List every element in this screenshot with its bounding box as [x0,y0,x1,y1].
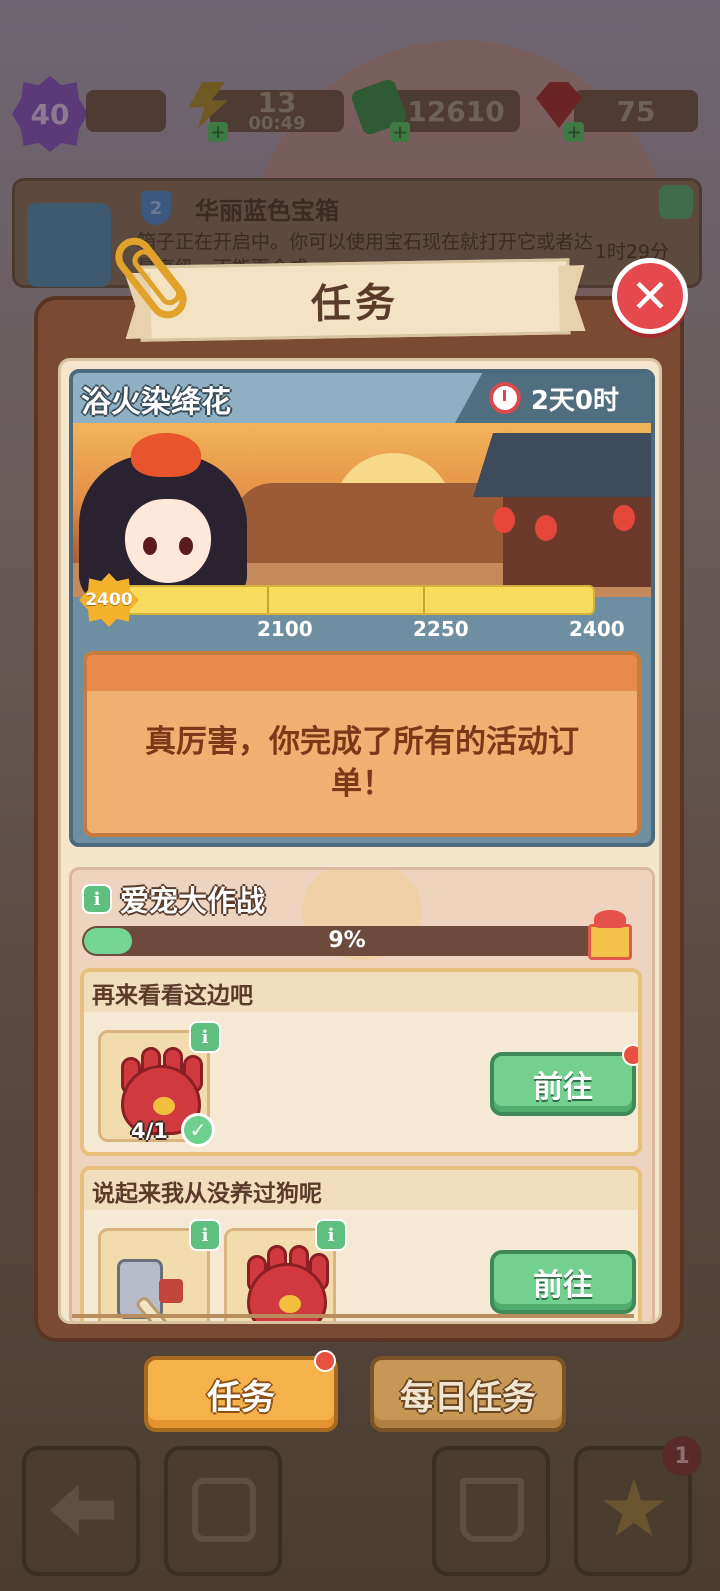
progress-divider [267,587,269,613]
add-energy-button[interactable]: + [208,122,228,143]
glove-spot [153,1097,175,1115]
go-button[interactable]: 前往 [490,1052,636,1116]
event-progress: 2400 2100 2250 2400 [73,573,651,651]
completion-message-box: 真厉害，你完成了所有的活动订单！ [83,651,641,837]
lantern-icon [493,507,515,533]
event-card: 浴火染绛花 2天0时 2400 2100 2250 2400 真厉害，你完成了所… [69,369,655,847]
item-count: 4/1 [131,1119,168,1143]
milestone-label: 2100 [257,617,313,641]
tab-notification-dot [314,1350,336,1372]
scroll-indicator[interactable] [72,1314,634,1318]
energy-timer: 00:49 [248,113,306,134]
progress-divider [423,587,425,613]
xp-bar [86,90,166,132]
pet-event-progress-text: 9% [328,928,366,953]
modal-title: 任务 [310,280,400,328]
star-icon [603,1478,665,1537]
item-info-icon[interactable]: i [315,1219,347,1251]
basket-icon [460,1478,524,1542]
task-title: 再来看看这边吧 [92,983,253,1009]
glove-spot [279,1295,301,1313]
milestone-label: 2250 [413,617,469,641]
task-modal-content: 浴火染绛花 2天0时 2400 2100 2250 2400 真厉害，你完成了所… [58,358,662,1324]
add-gems-button[interactable]: + [564,122,584,143]
task-item-slot[interactable]: i 4/1 ✓ [98,1021,221,1147]
completion-message: 真厉害，你完成了所有的活动订单！ [145,724,579,802]
backpack-icon [192,1478,256,1542]
clock-icon [488,382,521,414]
event-scene-image [73,423,651,597]
event-title: 浴火染绛花 [81,385,231,420]
back-arrow-icon [50,1484,114,1536]
baseball-glove-icon [233,1239,337,1321]
item-info-icon[interactable]: i [189,1021,221,1053]
chest-image [27,203,111,287]
task-item-slot[interactable]: i [224,1219,347,1321]
pet-event-title: 爱宠大作战 [120,884,266,918]
notification-dot [622,1044,638,1066]
task-title: 说起来我从没养过狗呢 [92,1181,322,1207]
task-header: 说起来我从没养过狗呢 [84,1170,638,1210]
resource-bar: 40 13 00:49 + 12610 + 75 + [0,70,720,152]
hammer-band [159,1279,183,1303]
character-face [125,499,211,583]
event-time-left: 2天0时 [530,385,619,416]
gift-bow [594,910,626,928]
character-flame-ornament [131,433,201,477]
message-header-strip [87,655,637,691]
checkmark-icon: ✓ [181,1113,215,1147]
task-card: 说起来我从没养过狗呢 i i 前往 [80,1166,642,1321]
pet-event-progress-bar: 9% [82,926,612,956]
milestone-label: 2400 [569,617,625,641]
player-level-badge[interactable]: 40 [12,76,88,152]
lantern-icon [535,515,557,541]
pet-event-header: i 爱宠大作战 [82,878,265,920]
favorites-badge: 1 [662,1436,702,1476]
task-header: 再来看看这边吧 [84,972,638,1012]
gift-box [588,924,632,960]
gift-icon[interactable] [582,906,638,962]
event-header: 浴火染绛花 2天0时 [73,373,651,423]
backpack-button[interactable] [164,1446,282,1576]
chest-tier-shield-icon: 2 [141,191,171,225]
tab-tasks[interactable]: 任务 [144,1356,338,1432]
pavilion-roof [473,433,651,497]
close-button[interactable]: ✕ [612,258,688,334]
event-character [73,433,253,597]
task-item-slot[interactable]: i [98,1219,221,1321]
shop-button[interactable] [432,1446,550,1576]
add-cash-button[interactable]: + [390,122,410,143]
character-eye [179,537,193,555]
chest-info-icon[interactable] [659,185,693,219]
go-button[interactable]: 前往 [490,1250,636,1314]
gem-counter[interactable]: 75 [574,90,698,132]
pet-event-section: i 爱宠大作战 9% 再来看看这边吧 i 4/1 ✓ 前往 说起来我从没养过狗呢… [69,867,655,1321]
favorites-button[interactable]: 1 [574,1436,702,1576]
chest-title: 华丽蓝色宝箱 [195,197,339,225]
close-icon: ✕ [630,269,670,323]
event-progress-bar [103,585,595,615]
lantern-icon [613,505,635,531]
tab-daily-tasks[interactable]: 每日任务 [370,1356,566,1432]
character-eye [143,537,157,555]
energy-counter[interactable]: 13 00:49 [210,89,344,134]
item-info-icon[interactable]: i [189,1219,221,1251]
task-modal: 浴火染绛花 2天0时 2400 2100 2250 2400 真厉害，你完成了所… [34,296,684,1342]
back-button[interactable] [22,1446,140,1576]
bottom-nav: 1 [0,1436,720,1591]
event-timer: 2天0时 [455,373,651,423]
info-icon[interactable]: i [82,884,112,914]
cash-counter[interactable]: 12610 [392,90,520,132]
modal-title-ribbon: 任务 [139,258,571,342]
task-card: 再来看看这边吧 i 4/1 ✓ 前往 [80,968,642,1156]
